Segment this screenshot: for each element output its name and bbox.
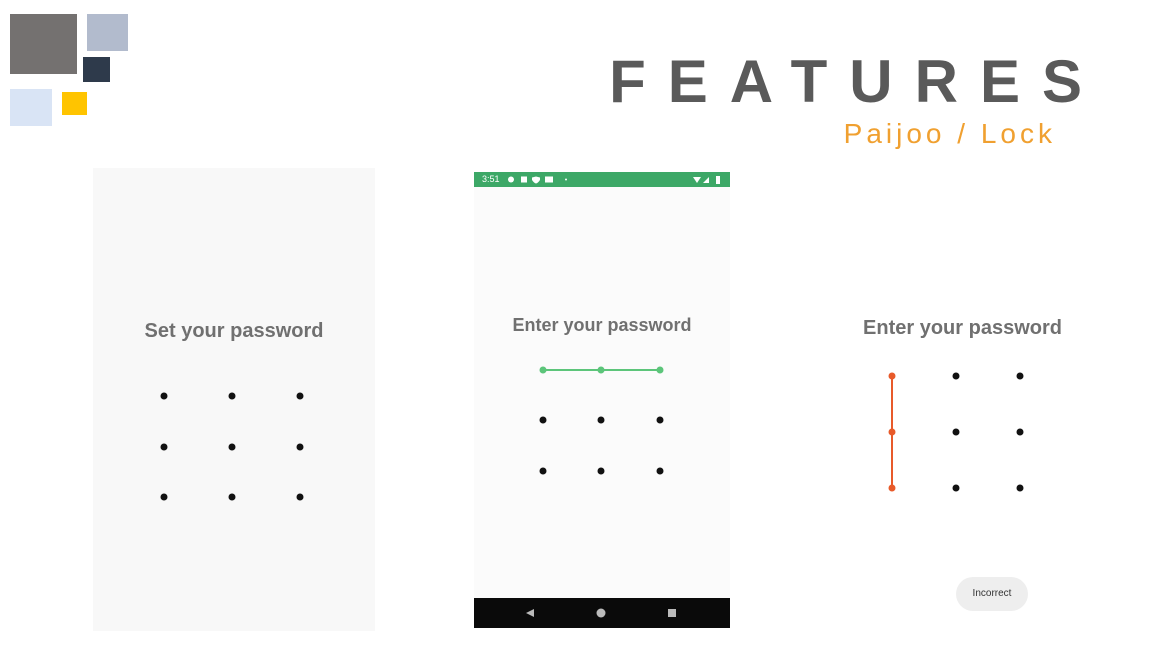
pattern-dot[interactable] [296, 392, 304, 400]
nav-bar [474, 598, 730, 628]
pattern-dot [597, 467, 605, 475]
pattern-dot [1016, 484, 1024, 492]
recents-icon [668, 609, 676, 617]
pattern-dot[interactable] [228, 493, 236, 501]
deco-square-yellow [62, 92, 87, 115]
deco-square-paleblue [10, 89, 52, 126]
pattern-dot [1016, 428, 1024, 436]
pattern-dot [952, 484, 960, 492]
pattern-dot [597, 416, 605, 424]
screen-set-password: Set your password [93, 168, 375, 631]
page-subtitle: Paijoo / Lock [843, 118, 1056, 149]
incorrect-toast: Incorrect [956, 577, 1028, 611]
pattern-dot [539, 467, 547, 475]
pattern-dot[interactable] [228, 392, 236, 400]
pattern-grid[interactable] [829, 172, 1096, 631]
pattern-dot[interactable] [228, 443, 236, 451]
pattern-dot-selected [888, 484, 896, 492]
pattern-dot [1016, 372, 1024, 380]
pattern-dot-selected [656, 366, 664, 374]
screen-enter-password-success: 3:51 Enter your password [474, 172, 730, 628]
deco-square-gray [10, 14, 77, 74]
pattern-dot[interactable] [296, 443, 304, 451]
pattern-dot [539, 416, 547, 424]
page-title: FEATURES [609, 48, 1104, 115]
pattern-dot [952, 372, 960, 380]
home-icon [596, 608, 606, 618]
back-icon [526, 609, 534, 617]
pattern-dot-selected [888, 372, 896, 380]
pattern-dot-selected [597, 366, 605, 374]
pattern-dot-selected [888, 428, 896, 436]
deco-square-lightblue [87, 14, 128, 51]
pattern-dot[interactable] [160, 392, 168, 400]
pattern-grid[interactable] [474, 172, 730, 628]
pattern-dot [952, 428, 960, 436]
pattern-dot[interactable] [296, 493, 304, 501]
screen-heading: Set your password [144, 320, 324, 342]
deco-square-navy [83, 57, 110, 82]
pattern-dot [656, 416, 664, 424]
pattern-dot[interactable] [160, 443, 168, 451]
screen-enter-password-incorrect: Enter your password Incorrect [829, 172, 1096, 631]
pattern-dot-selected [539, 366, 547, 374]
pattern-dot[interactable] [160, 493, 168, 501]
pattern-dot [656, 467, 664, 475]
